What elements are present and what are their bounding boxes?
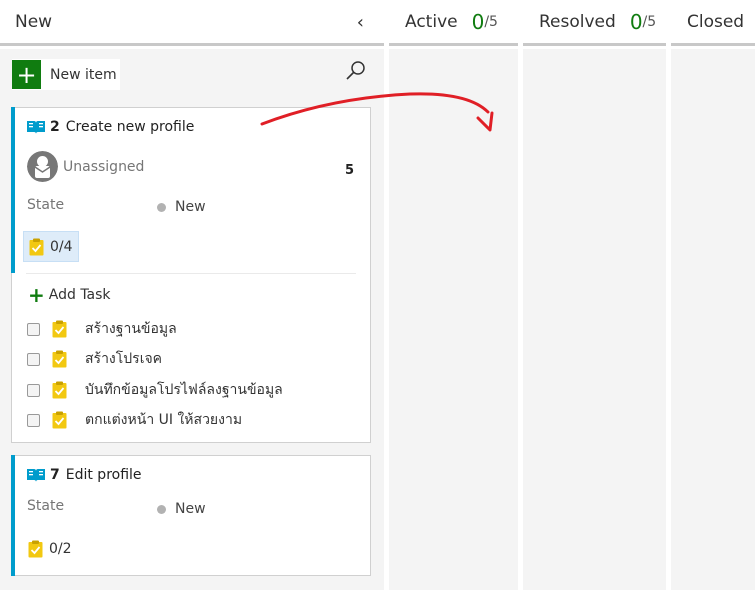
state-dot-icon bbox=[157, 504, 166, 514]
work-item-id: 7 bbox=[50, 467, 60, 483]
state-field[interactable]: New bbox=[157, 199, 206, 215]
add-task-button[interactable]: + Add Task bbox=[28, 285, 111, 305]
assignee-name: Unassigned bbox=[63, 158, 145, 175]
state-field[interactable]: New bbox=[157, 501, 206, 517]
column-header-closed: Closed bbox=[671, 0, 755, 46]
column-header-resolved: Resolved 0/5 bbox=[523, 0, 666, 46]
tasks-progress-text: 0/2 bbox=[49, 541, 72, 557]
add-icon: + bbox=[12, 60, 41, 89]
state-value: New bbox=[175, 199, 206, 215]
column-body-resolved[interactable] bbox=[523, 49, 666, 590]
task-clipboard-icon bbox=[52, 320, 67, 338]
column-title-active: Active bbox=[405, 11, 458, 32]
card-title: 2 Create new profile bbox=[26, 119, 194, 135]
task-title[interactable]: ตกแต่งหน้า UI ให้สวยงาม bbox=[85, 409, 242, 431]
backlog-book-icon bbox=[27, 469, 45, 482]
card-title: 7 Edit profile bbox=[26, 467, 142, 483]
backlog-book-icon bbox=[27, 121, 45, 134]
task-list-item: สร้างฐานข้อมูล bbox=[27, 318, 177, 340]
new-item-label: New item bbox=[50, 66, 117, 83]
collapse-chevron-icon[interactable]: ‹ bbox=[357, 12, 364, 33]
wip-limit-resolved: /5 bbox=[642, 13, 657, 30]
state-label: State bbox=[27, 197, 65, 213]
task-list-item: ตกแต่งหน้า UI ให้สวยงาม bbox=[27, 409, 242, 431]
new-item-button[interactable]: + New item bbox=[12, 59, 120, 90]
task-list-item: สร้างโปรเจค bbox=[27, 348, 162, 370]
task-title[interactable]: สร้างโปรเจค bbox=[85, 348, 162, 370]
task-title[interactable]: บันทึกข้อมูลโปรไฟล์ลงฐานข้อมูล bbox=[85, 379, 283, 401]
work-item-card[interactable]: 2 Create new profile Unassigned 5 State … bbox=[11, 107, 371, 443]
work-item-title[interactable]: Create new profile bbox=[66, 119, 195, 135]
wip-count-active: 0 bbox=[471, 9, 485, 34]
add-task-label: Add Task bbox=[48, 287, 111, 303]
column-title-new: New bbox=[15, 11, 53, 32]
task-clipboard-icon bbox=[52, 411, 67, 429]
assignee[interactable]: Unassigned bbox=[27, 151, 144, 182]
task-clipboard-icon bbox=[28, 540, 43, 558]
task-clipboard-icon bbox=[29, 238, 44, 255]
task-list-item: บันทึกข้อมูลโปรไฟล์ลงฐานข้อมูล bbox=[27, 379, 283, 401]
state-value: New bbox=[175, 501, 206, 517]
wip-count-resolved: 0 bbox=[629, 9, 643, 34]
checkbox-icon[interactable] bbox=[27, 352, 40, 366]
card-accent-bar bbox=[11, 455, 15, 576]
search-icon[interactable] bbox=[345, 60, 367, 82]
avatar-icon bbox=[27, 151, 58, 182]
work-item-id: 2 bbox=[50, 119, 60, 135]
task-clipboard-icon bbox=[52, 381, 67, 399]
column-body-closed[interactable] bbox=[671, 49, 755, 590]
state-label: State bbox=[27, 498, 65, 514]
work-item-title[interactable]: Edit profile bbox=[66, 467, 142, 483]
task-title[interactable]: สร้างฐานข้อมูล bbox=[85, 318, 177, 340]
wip-limit-active: /5 bbox=[484, 13, 498, 30]
tasks-progress-badge[interactable]: 0/4 bbox=[23, 231, 79, 262]
card-accent-bar bbox=[11, 107, 15, 273]
checkbox-icon[interactable] bbox=[27, 413, 40, 427]
effort-value: 5 bbox=[344, 163, 354, 178]
column-header-active: Active 0/5 bbox=[389, 0, 518, 46]
column-title-resolved: Resolved bbox=[539, 11, 616, 32]
work-item-card[interactable]: 7 Edit profile State New 0/2 bbox=[11, 455, 371, 576]
tasks-progress-text: 0/4 bbox=[50, 238, 73, 255]
checkbox-icon[interactable] bbox=[27, 383, 40, 397]
task-clipboard-icon bbox=[52, 350, 67, 368]
checkbox-icon[interactable] bbox=[27, 322, 40, 336]
column-body-active[interactable] bbox=[389, 49, 518, 590]
add-icon: + bbox=[28, 283, 45, 307]
column-title-closed: Closed bbox=[687, 11, 745, 32]
tasks-progress-badge[interactable]: 0/2 bbox=[26, 536, 74, 562]
state-dot-icon bbox=[157, 202, 166, 212]
card-divider bbox=[26, 273, 356, 274]
column-header-new: New ‹ bbox=[0, 0, 384, 46]
